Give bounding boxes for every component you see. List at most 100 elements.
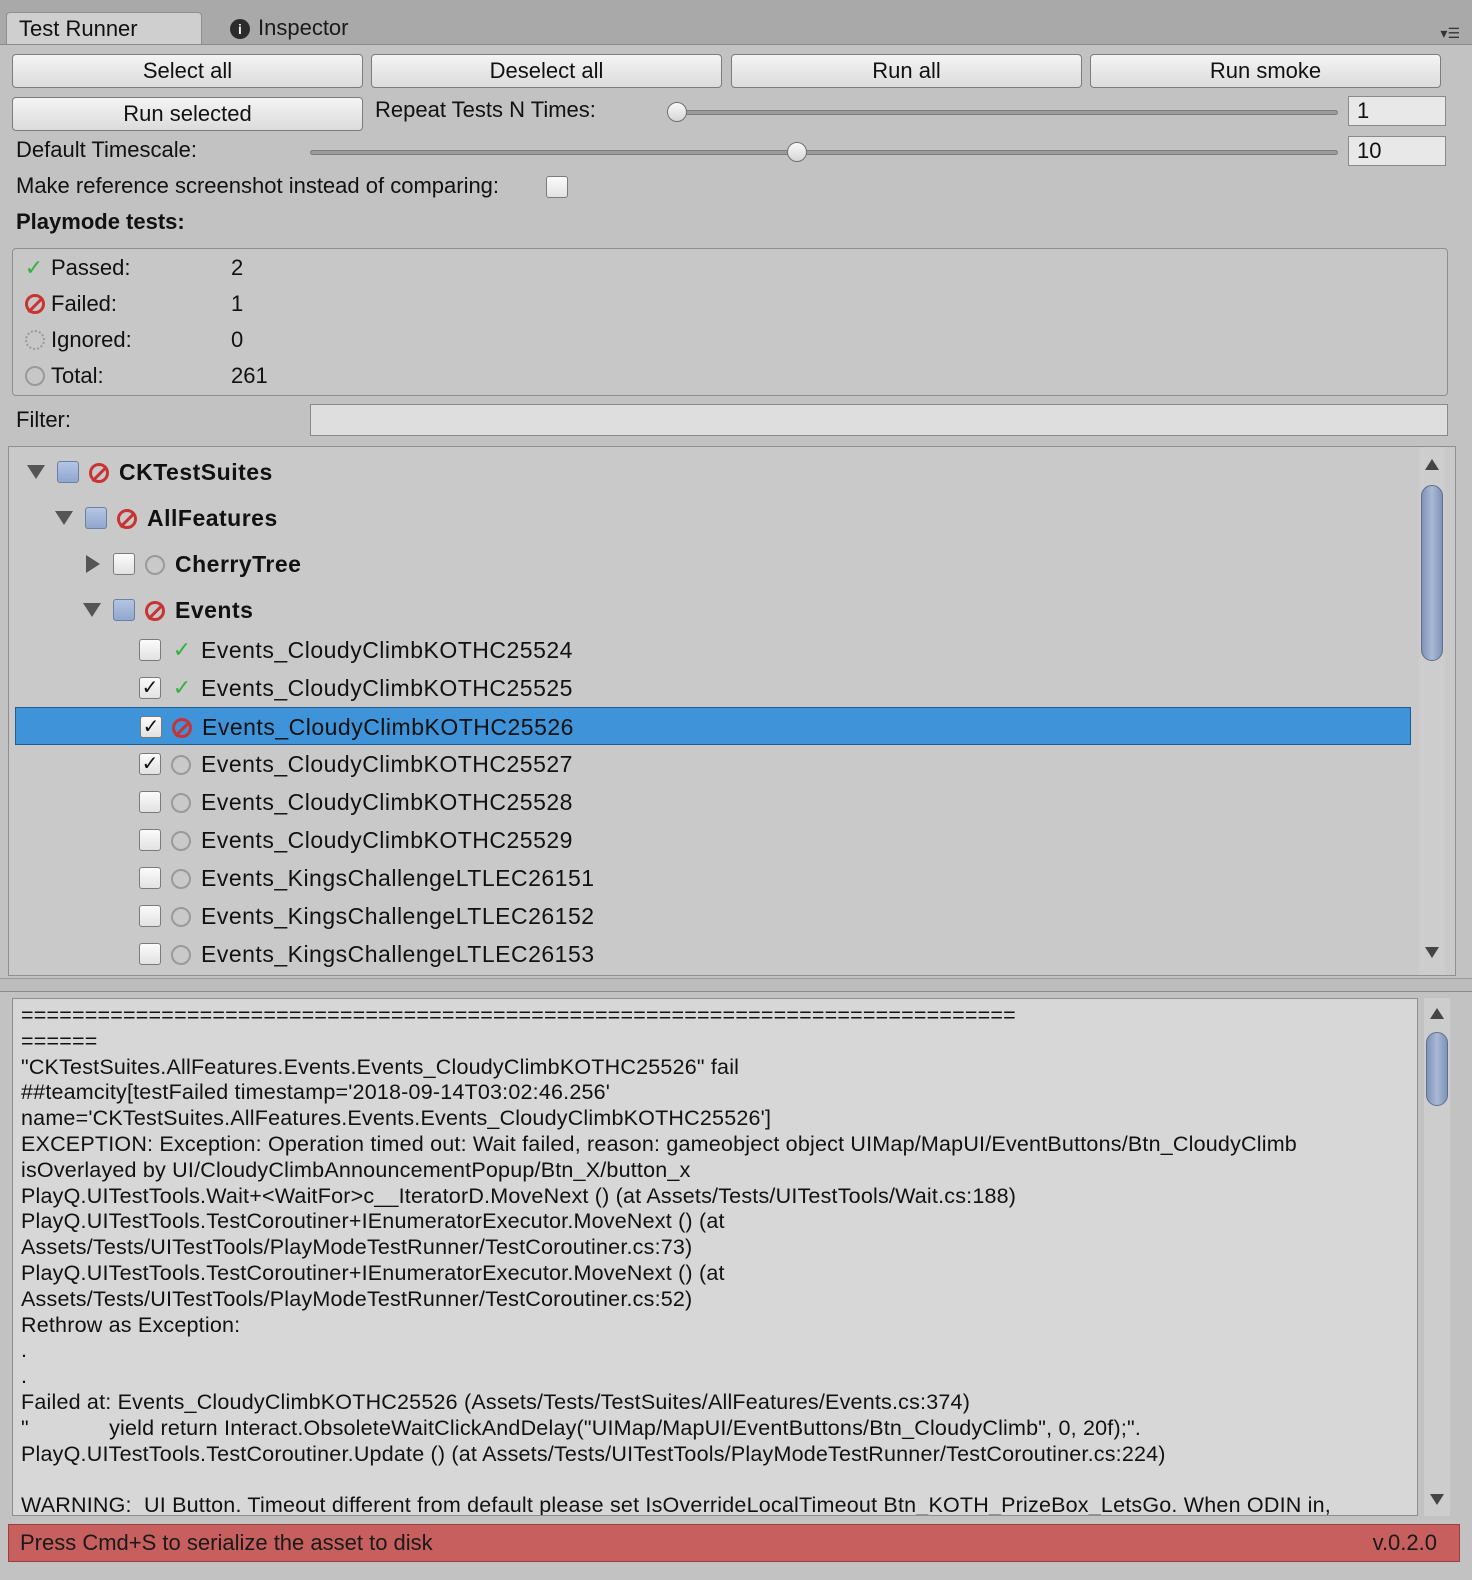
tab-test-runner[interactable]: Test Runner — [6, 12, 202, 44]
test-name: Events_CloudyClimbKOTHC25525 — [201, 675, 573, 701]
scroll-down-arrow-icon[interactable] — [1430, 1494, 1444, 1505]
none-icon — [171, 793, 191, 813]
filter-input[interactable] — [310, 404, 1448, 436]
chevron-down-icon[interactable] — [55, 511, 73, 525]
test-name: CKTestSuites — [119, 459, 273, 485]
none-icon — [171, 945, 191, 965]
test-row[interactable]: Events_KingsChallengeLTLEC26151 — [9, 859, 1419, 897]
console-line: name='CKTestSuites.AllFeatures.Events.Ev… — [21, 1106, 772, 1131]
fail-icon — [89, 463, 109, 483]
test-checkbox[interactable]: ✓ — [139, 677, 161, 699]
select-all-button[interactable]: Select all — [12, 54, 363, 88]
status-message: Press Cmd+S to serialize the asset to di… — [20, 1530, 433, 1555]
reference-screenshot-checkbox[interactable] — [546, 176, 568, 198]
deselect-all-button[interactable]: Deselect all — [371, 54, 722, 88]
test-row[interactable]: Events_KingsChallengeLTLEC26152 — [9, 897, 1419, 935]
console-line: PlayQ.UITestTools.TestCoroutiner+IEnumer… — [21, 1209, 725, 1234]
console-line: isOverlayed by UI/CloudyClimbAnnouncemen… — [21, 1157, 691, 1182]
check-icon: ✓ — [172, 675, 192, 700]
test-row[interactable]: ✓ ✓ Events_CloudyClimbKOTHC25525 — [9, 669, 1419, 707]
chevron-down-icon[interactable] — [27, 465, 45, 479]
tree-scroll-thumb[interactable] — [1421, 485, 1443, 661]
repeat-slider-knob[interactable] — [667, 102, 687, 122]
ignored-label: Ignored: — [51, 327, 132, 352]
tree-scrollbar[interactable] — [1419, 447, 1445, 975]
test-name: Events_KingsChallengeLTLEC26153 — [201, 941, 595, 967]
console-line: . — [21, 1338, 28, 1363]
test-name: Events_CloudyClimbKOTHC25529 — [201, 827, 573, 853]
console-line: ##teamcity[testFailed timestamp='2018-09… — [21, 1080, 611, 1105]
none-icon — [171, 831, 191, 851]
test-row[interactable]: ✓ Events_CloudyClimbKOTHC25527 — [9, 745, 1419, 783]
timescale-slider-knob[interactable] — [787, 142, 807, 162]
repeat-count-field[interactable]: 1 — [1348, 96, 1446, 126]
console-line: "CKTestSuites.AllFeatures.Events.Events_… — [21, 1054, 740, 1079]
ignored-icon — [25, 330, 45, 350]
test-name: AllFeatures — [147, 505, 278, 531]
console-scroll-thumb[interactable] — [1426, 1032, 1448, 1106]
console-line: WARNING: UI Button. Timeout different fr… — [21, 1493, 1331, 1516]
console-line: ====== — [21, 1028, 98, 1053]
console-line: PlayQ.UITestTools.TestCoroutiner+IEnumer… — [21, 1261, 725, 1285]
test-name: Events_CloudyClimbKOTHC25524 — [201, 637, 573, 663]
test-checkbox[interactable]: ✓ — [140, 716, 162, 738]
scroll-up-arrow-icon[interactable] — [1430, 1008, 1444, 1019]
fail-icon — [117, 509, 137, 529]
test-row[interactable]: ✓ Events_CloudyClimbKOTHC25524 — [9, 631, 1419, 669]
tree-group-row[interactable]: AllFeatures — [9, 499, 1419, 537]
test-checkbox[interactable] — [85, 507, 107, 529]
test-checkbox[interactable] — [113, 553, 135, 575]
passed-count: 2 — [231, 255, 244, 280]
repeat-slider-track[interactable] — [668, 110, 1338, 115]
test-row[interactable]: ✓ Events_CloudyClimbKOTHC25526 — [15, 707, 1411, 745]
console-line: Rethrow as Exception: — [21, 1312, 241, 1337]
test-row[interactable]: Events_CloudyClimbKOTHC25529 — [9, 821, 1419, 859]
timescale-slider-track[interactable] — [310, 150, 1338, 155]
console-line: PlayQ.UITestTools.Wait+<WaitFor>c__Itera… — [21, 1183, 1017, 1208]
run-selected-button[interactable]: Run selected — [12, 97, 363, 131]
fail-icon — [172, 718, 192, 738]
none-icon — [25, 366, 45, 386]
scroll-down-arrow-icon[interactable] — [1425, 947, 1439, 958]
tree-group-row[interactable]: Events — [9, 591, 1419, 629]
console-scrollbar[interactable] — [1424, 998, 1450, 1516]
info-icon: i — [230, 19, 250, 39]
test-checkbox[interactable] — [139, 829, 161, 851]
console-line: " yield return Interact.ObsoleteWaitClic… — [21, 1415, 1142, 1440]
tree-group-row[interactable]: CKTestSuites — [9, 453, 1419, 491]
test-name: Events — [175, 597, 254, 623]
test-checkbox[interactable] — [57, 461, 79, 483]
test-checkbox[interactable] — [139, 905, 161, 927]
console-line: EXCEPTION: Exception: Operation timed ou… — [21, 1132, 1297, 1156]
menu-icon[interactable]: ▾☰ — [1434, 26, 1460, 40]
failed-count: 1 — [231, 291, 244, 316]
ignored-count: 0 — [231, 327, 244, 352]
chevron-down-icon[interactable] — [83, 603, 101, 617]
chevron-right-icon[interactable] — [86, 555, 100, 573]
timescale-label: Default Timescale: — [16, 137, 197, 162]
test-checkbox[interactable] — [139, 791, 161, 813]
run-all-button[interactable]: Run all — [731, 54, 1082, 88]
test-name: Events_CloudyClimbKOTHC25527 — [201, 751, 573, 777]
test-row[interactable]: Events_KingsChallengeLTLEC26153 — [9, 935, 1419, 973]
summary-panel: ✓ Passed: 2 Failed: 1 Ignored: 0 Total: … — [12, 248, 1448, 396]
test-row[interactable]: Events_CloudyClimbKOTHC25528 — [9, 783, 1419, 821]
test-checkbox[interactable] — [139, 943, 161, 965]
tree-group-row[interactable]: CherryTree — [9, 545, 1419, 583]
tab-bar: Test Runner i Inspector ▾☰ — [0, 0, 1472, 45]
tab-label: Inspector — [258, 15, 349, 40]
test-checkbox[interactable] — [139, 867, 161, 889]
tab-inspector[interactable]: i Inspector — [218, 12, 418, 44]
test-checkbox[interactable] — [139, 639, 161, 661]
failed-label: Failed: — [51, 291, 118, 316]
timescale-field[interactable]: 10 — [1348, 136, 1446, 166]
fail-icon — [145, 601, 165, 621]
test-checkbox[interactable] — [113, 599, 135, 621]
run-smoke-button[interactable]: Run smoke — [1090, 54, 1441, 88]
panel-splitter[interactable] — [0, 978, 1472, 992]
console-line: Assets/Tests/UITestTools/PlayModeTestRun… — [21, 1286, 693, 1311]
test-checkbox[interactable]: ✓ — [139, 753, 161, 775]
scroll-up-arrow-icon[interactable] — [1425, 459, 1439, 470]
check-icon: ✓ — [24, 255, 44, 280]
none-icon — [171, 869, 191, 889]
